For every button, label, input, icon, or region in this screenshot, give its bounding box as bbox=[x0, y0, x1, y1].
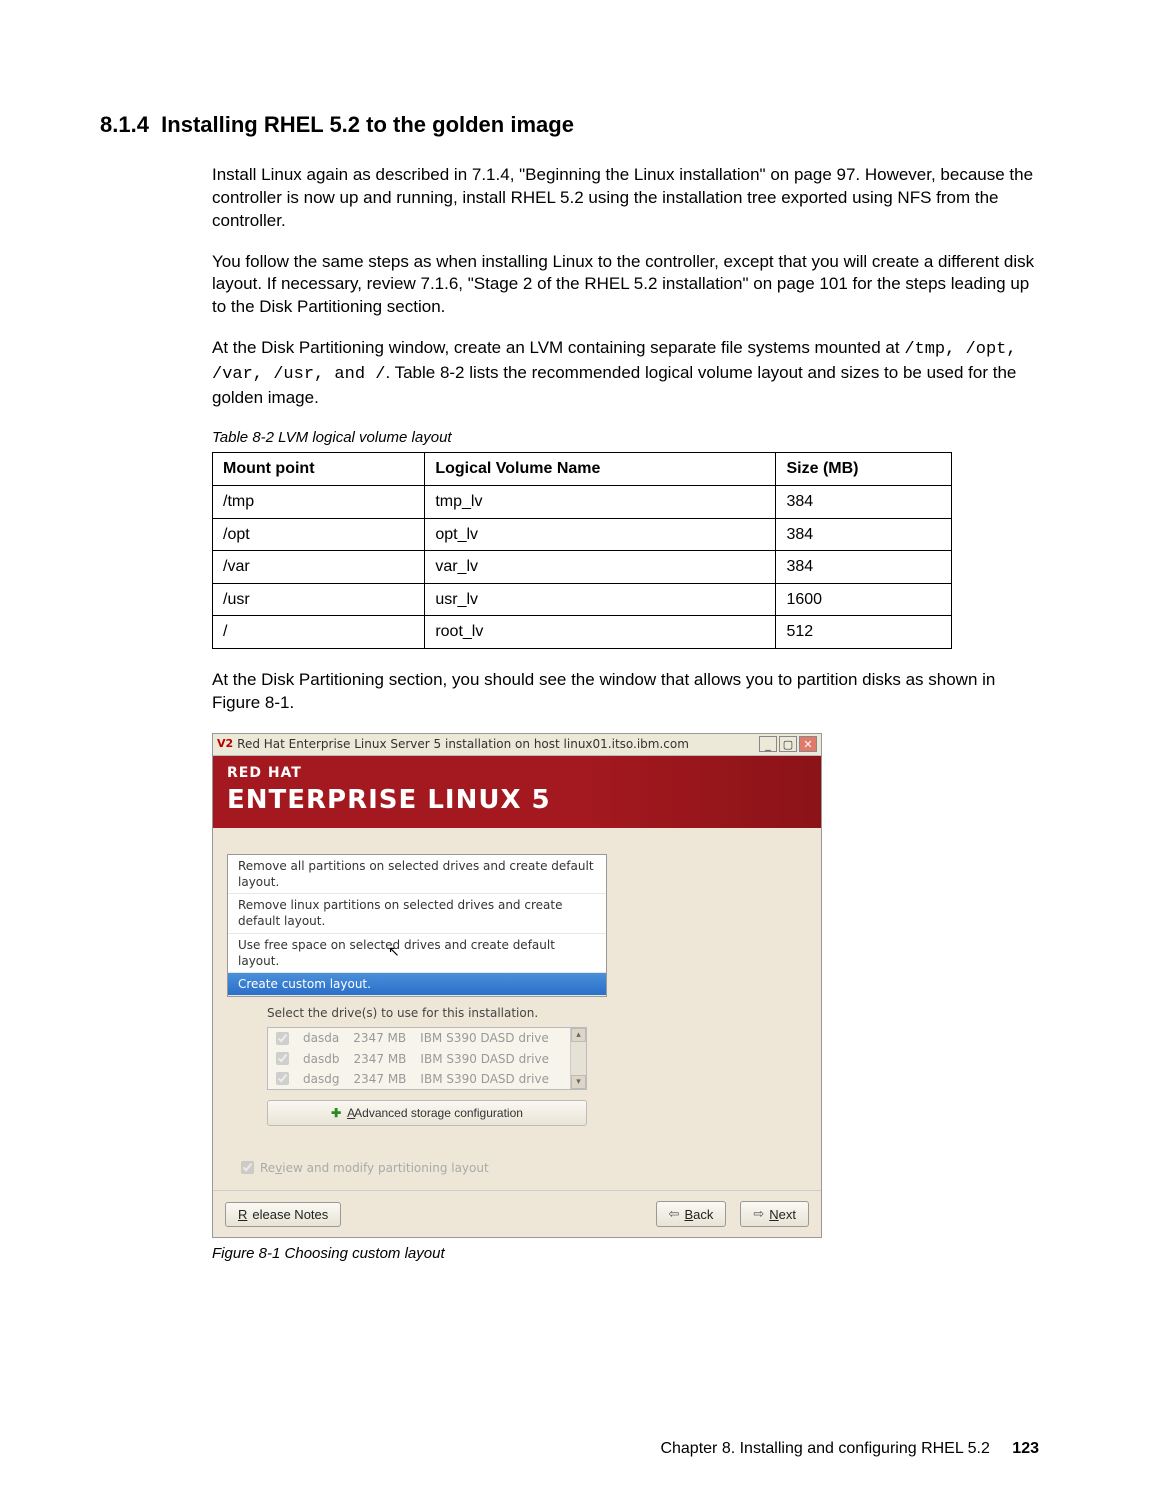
vnc-prefix: V2 bbox=[217, 737, 233, 752]
review-label: Review and modify partitioning layout bbox=[260, 1160, 489, 1176]
drive-checkbox[interactable] bbox=[276, 1052, 289, 1065]
maximize-button[interactable]: ▢ bbox=[779, 736, 797, 752]
installer-footer: Release Notes Back Next bbox=[213, 1190, 821, 1237]
scroll-up-icon[interactable]: ▴ bbox=[571, 1028, 586, 1042]
paragraph-2: You follow the same steps as when instal… bbox=[212, 251, 1039, 320]
installer-window: V2 Red Hat Enterprise Linux Server 5 ins… bbox=[212, 733, 822, 1238]
th-mount: Mount point bbox=[213, 453, 425, 486]
figure-8-1: V2 Red Hat Enterprise Linux Server 5 ins… bbox=[212, 733, 822, 1238]
advanced-storage-label: Advanced storage configuration bbox=[354, 1106, 523, 1120]
drive-row[interactable]: dasda 2347 MB IBM S390 DASD drive bbox=[268, 1028, 586, 1048]
dropdown-option[interactable]: Remove linux partitions on selected driv… bbox=[228, 894, 606, 933]
table-row: /var var_lv 384 bbox=[213, 551, 952, 584]
installer-body: Remove all partitions on selected drives… bbox=[213, 828, 821, 1190]
page-footer: Chapter 8. Installing and configuring RH… bbox=[660, 1438, 1039, 1460]
paragraph-3: At the Disk Partitioning window, create … bbox=[212, 337, 1039, 410]
partitioning-dropdown[interactable]: Remove all partitions on selected drives… bbox=[227, 854, 607, 997]
table-caption: Table 8-2 LVM logical volume layout bbox=[212, 428, 1039, 448]
back-button[interactable]: Back bbox=[656, 1201, 727, 1227]
paragraph-4: At the Disk Partitioning section, you sh… bbox=[212, 669, 1039, 715]
dropdown-option[interactable]: Use free space on selected drives and cr… bbox=[228, 934, 606, 973]
lvm-table: Mount point Logical Volume Name Size (MB… bbox=[212, 452, 952, 649]
drive-list-scrollbar[interactable]: ▴ ▾ bbox=[570, 1028, 586, 1089]
drive-row[interactable]: dasdb 2347 MB IBM S390 DASD drive bbox=[268, 1049, 586, 1069]
close-button[interactable]: ✕ bbox=[799, 736, 817, 752]
footer-page-number: 123 bbox=[1012, 1440, 1039, 1457]
section-number: 8.1.4 bbox=[100, 112, 149, 137]
arrow-left-icon bbox=[669, 1206, 680, 1222]
minimize-button[interactable]: _ bbox=[759, 736, 777, 752]
drive-checkbox[interactable] bbox=[276, 1072, 289, 1085]
release-notes-button[interactable]: Release Notes bbox=[225, 1202, 341, 1227]
table-row: /tmp tmp_lv 384 bbox=[213, 485, 952, 518]
drive-row[interactable]: dasdg 2347 MB IBM S390 DASD drive bbox=[268, 1069, 586, 1089]
p3-a: At the Disk Partitioning window, create … bbox=[212, 338, 904, 357]
section-heading: 8.1.4 Installing RHEL 5.2 to the golden … bbox=[100, 110, 1039, 140]
next-button[interactable]: Next bbox=[740, 1201, 809, 1227]
dropdown-option-selected[interactable]: Create custom layout. bbox=[228, 973, 606, 996]
dropdown-option[interactable]: Remove all partitions on selected drives… bbox=[228, 855, 606, 894]
figure-caption: Figure 8-1 Choosing custom layout bbox=[212, 1244, 1039, 1264]
review-partitioning-row[interactable]: Review and modify partitioning layout bbox=[241, 1160, 807, 1176]
window-title: Red Hat Enterprise Linux Server 5 instal… bbox=[237, 736, 759, 752]
table-header-row: Mount point Logical Volume Name Size (MB… bbox=[213, 453, 952, 486]
drive-select-label: Select the drive(s) to use for this inst… bbox=[267, 1005, 807, 1021]
banner-redhat: RED HAT bbox=[227, 764, 807, 783]
table-row: /usr usr_lv 1600 bbox=[213, 583, 952, 616]
section-title: Installing RHEL 5.2 to the golden image bbox=[161, 112, 574, 137]
redhat-banner: RED HAT ENTERPRISE LINUX 5 bbox=[213, 756, 821, 828]
drive-checkbox[interactable] bbox=[276, 1032, 289, 1045]
drive-list: dasda 2347 MB IBM S390 DASD drive dasdb … bbox=[267, 1027, 587, 1090]
arrow-right-icon bbox=[753, 1206, 764, 1222]
th-lvname: Logical Volume Name bbox=[425, 453, 776, 486]
banner-el5: ENTERPRISE LINUX 5 bbox=[227, 783, 807, 818]
window-titlebar[interactable]: V2 Red Hat Enterprise Linux Server 5 ins… bbox=[213, 734, 821, 756]
table-row: / root_lv 512 bbox=[213, 616, 952, 649]
scroll-down-icon[interactable]: ▾ bbox=[571, 1075, 586, 1089]
paragraph-1: Install Linux again as described in 7.1.… bbox=[212, 164, 1039, 233]
table-row: /opt opt_lv 384 bbox=[213, 518, 952, 551]
advanced-storage-button[interactable]: ✚ AAdvanced storage configuration bbox=[267, 1100, 587, 1126]
review-checkbox[interactable] bbox=[241, 1161, 254, 1174]
th-size: Size (MB) bbox=[776, 453, 952, 486]
footer-chapter: Chapter 8. Installing and configuring RH… bbox=[660, 1440, 989, 1457]
plus-icon: ✚ bbox=[331, 1106, 341, 1120]
